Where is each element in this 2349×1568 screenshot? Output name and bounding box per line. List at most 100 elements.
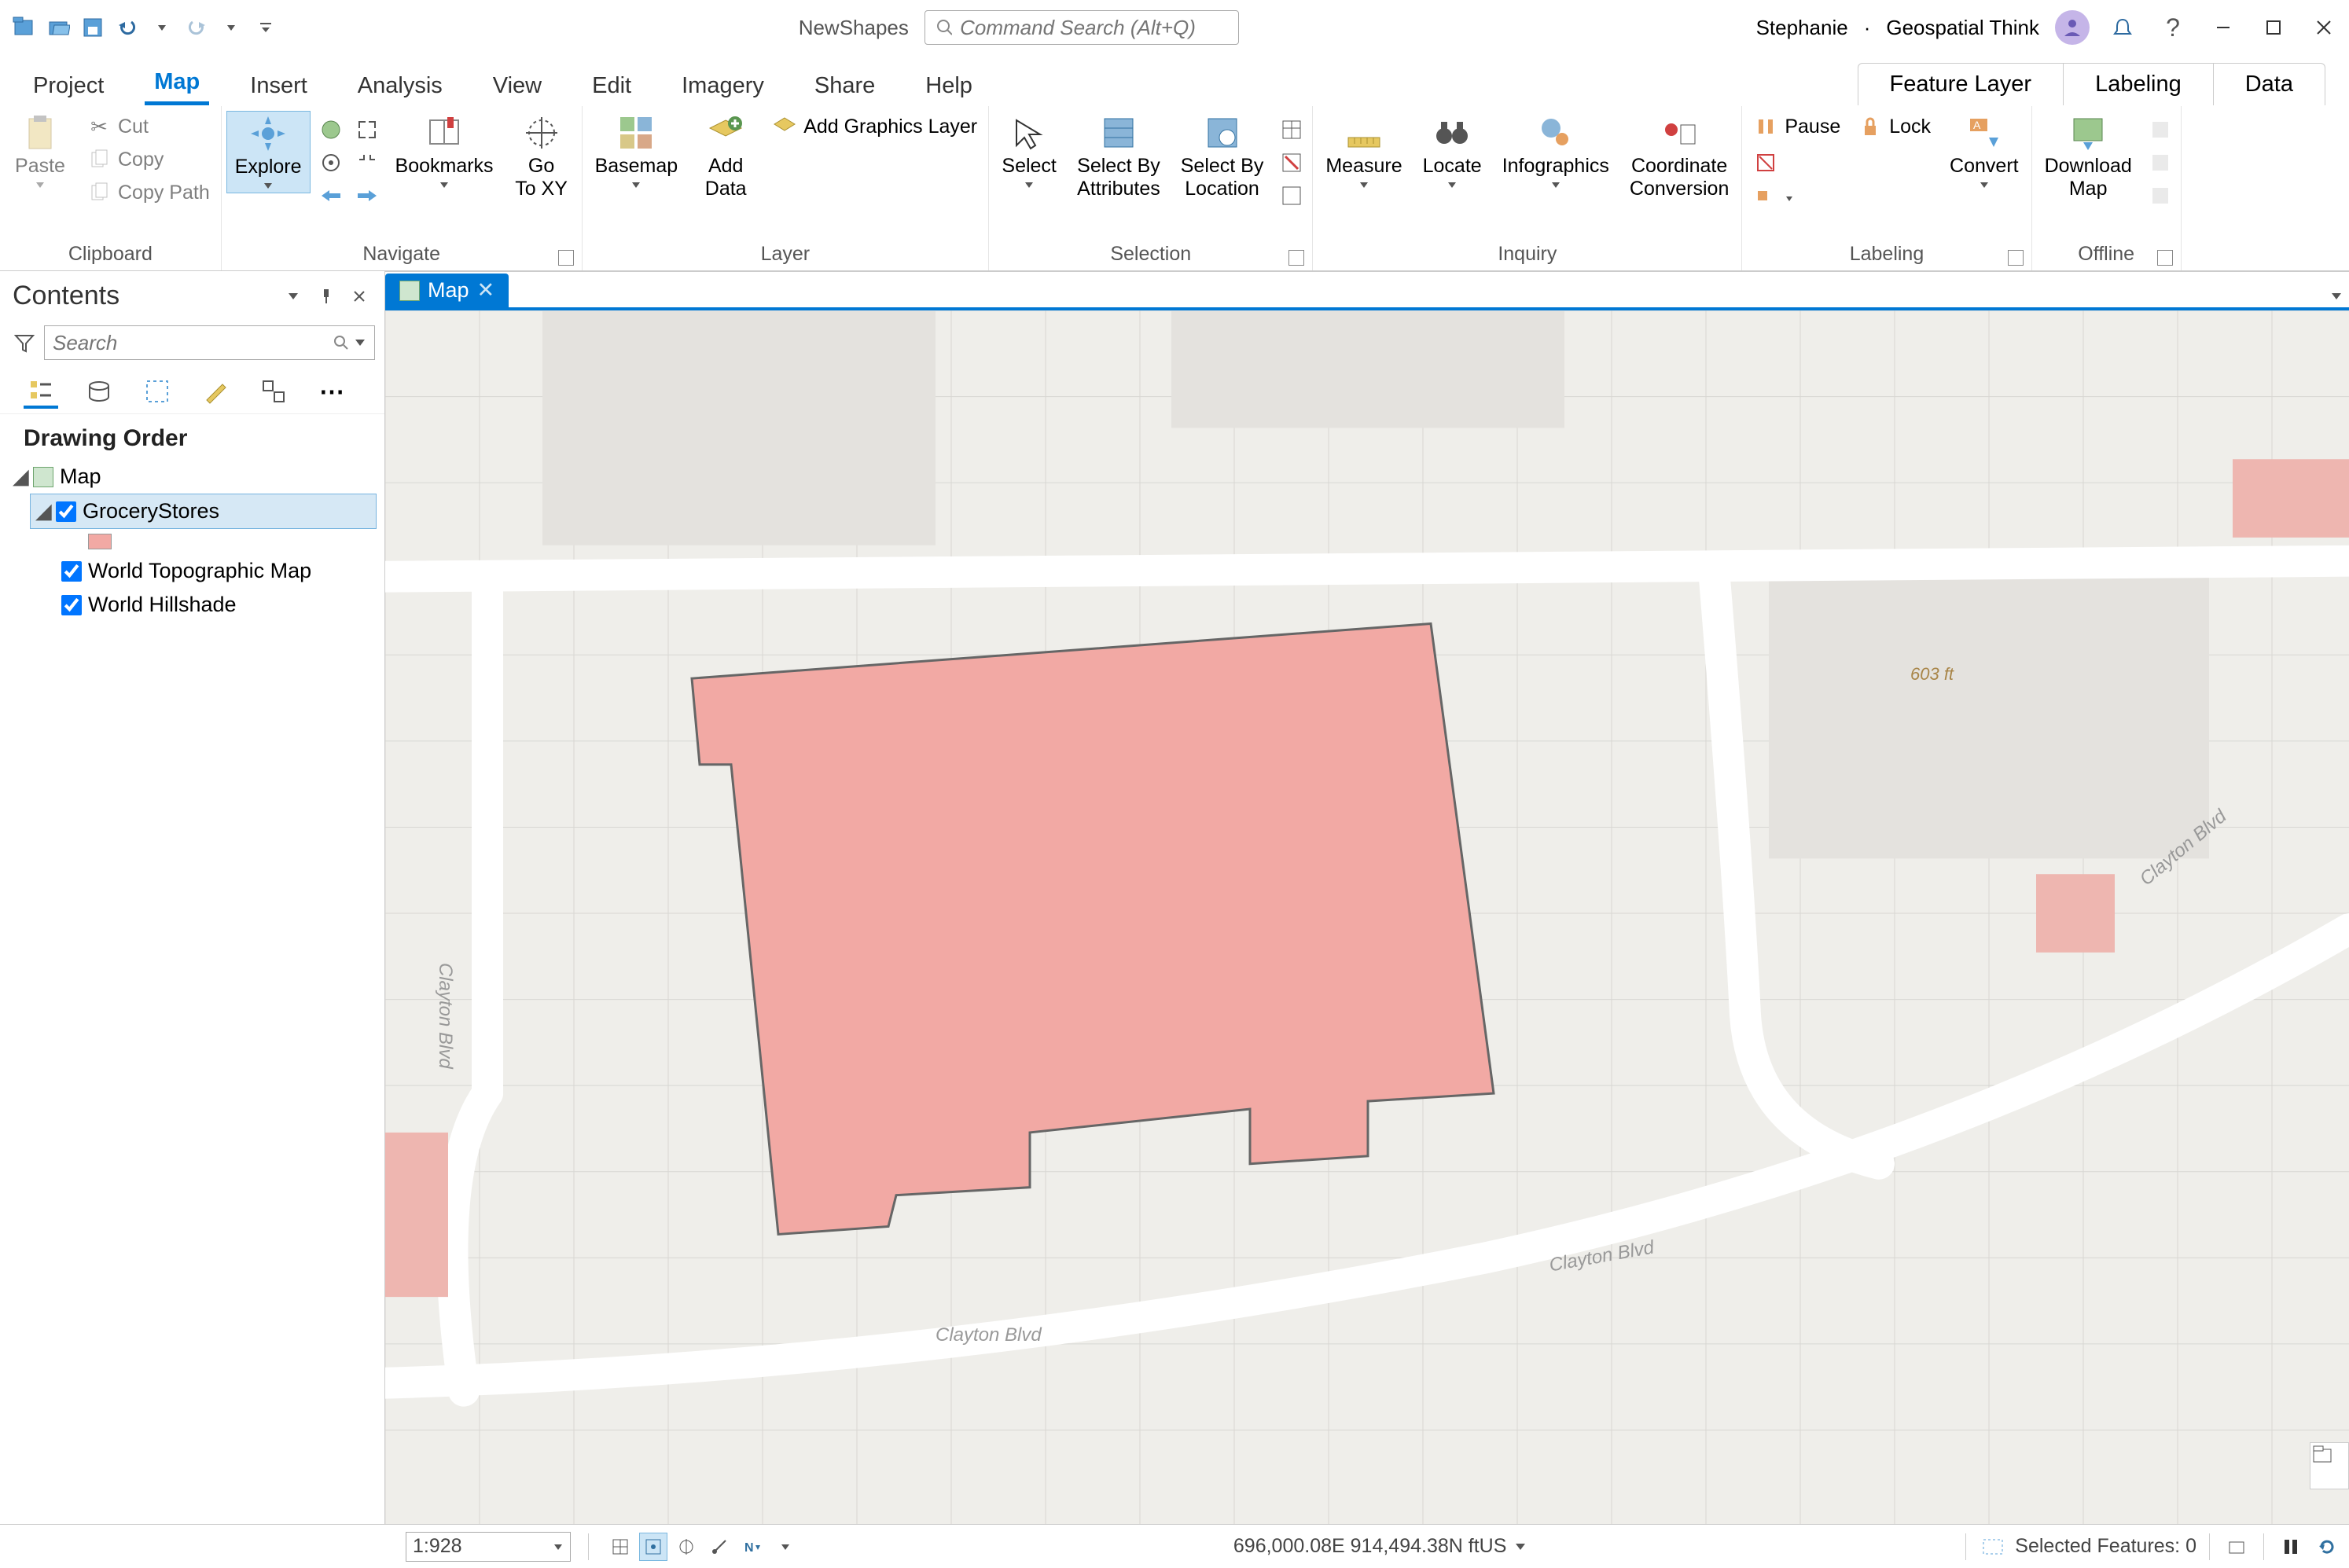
refresh-icon[interactable] [2313,1533,2341,1561]
list-source-icon[interactable] [82,374,116,409]
map-view-tab[interactable]: Map ✕ [385,274,509,307]
undo-dropdown-icon[interactable] [146,12,178,43]
map-node[interactable]: ◢ Map [8,460,377,494]
offline-opt-1[interactable] [2145,116,2176,144]
catalog-pane-icon[interactable] [2222,1533,2251,1561]
full-extent-button[interactable] [315,116,347,144]
list-snapping-icon[interactable] [256,374,291,409]
coordinate-display[interactable]: 696,000.08E 914,494.38N ftUS [1233,1535,1527,1558]
scale-selector[interactable]: 1:928 [406,1532,571,1562]
layer-visibility-checkbox[interactable] [61,561,82,582]
pane-close-icon[interactable] [347,284,372,309]
undo-icon[interactable] [112,12,143,43]
selection-chip-icon[interactable] [1979,1533,2007,1561]
pause-labeling-button[interactable]: Pause [1747,111,1847,142]
dynamic-constraints-icon[interactable]: N [738,1533,766,1561]
view-dropdown-icon[interactable] [2324,285,2349,307]
constraints-dropdown-icon[interactable] [771,1533,800,1561]
expander-icon[interactable]: ◢ [35,499,50,523]
zoom-selection-button[interactable] [315,149,347,177]
lock-labeling-button[interactable]: Lock [1851,111,1937,142]
select-by-attributes-button[interactable]: Select By Attributes [1069,111,1168,204]
snapping-icon[interactable] [639,1533,667,1561]
pane-options-icon[interactable] [281,284,306,309]
minimize-icon[interactable] [2206,10,2241,45]
next-extent-button[interactable] [351,182,383,210]
catalog-tab-icon[interactable] [2310,1442,2349,1489]
layer-visibility-checkbox[interactable] [56,501,76,522]
offline-launcher-icon[interactable] [2157,250,2173,266]
qat-customize-icon[interactable] [250,12,281,43]
chevron-down-icon[interactable] [354,338,366,347]
infographics-button[interactable]: Infographics [1494,111,1617,192]
map-canvas[interactable]: Clayton Blvd Clayton Blvd Clayton Blvd C… [385,307,2349,1524]
paste-button[interactable]: Paste [5,111,75,192]
copy-button[interactable]: Copy [80,144,216,175]
redo-dropdown-icon[interactable] [215,12,247,43]
save-icon[interactable] [77,12,108,43]
tab-map[interactable]: Map [145,63,209,105]
locate-button[interactable]: Locate [1415,111,1490,192]
add-data-button[interactable]: Add Data [690,111,761,204]
copy-path-button[interactable]: Copy Path [80,177,216,208]
tab-insert[interactable]: Insert [241,67,317,105]
select-by-location-button[interactable]: Select By Location [1173,111,1272,204]
cut-button[interactable]: ✂Cut [80,111,216,142]
inference-icon[interactable] [672,1533,700,1561]
tab-imagery[interactable]: Imagery [672,67,774,105]
tab-data[interactable]: Data [2213,64,2325,105]
snap-grid-icon[interactable] [606,1533,634,1561]
offline-opt-3[interactable] [2145,182,2176,210]
chevron-down-icon[interactable] [1514,1542,1527,1551]
symbol-swatch[interactable] [88,534,112,549]
selection-launcher-icon[interactable] [1288,250,1304,266]
bookmarks-button[interactable]: Bookmarks [388,111,502,192]
correction-icon[interactable] [705,1533,733,1561]
fixed-zoom-in-button[interactable] [351,116,383,144]
tab-feature-layer[interactable]: Feature Layer [1858,64,2064,105]
offline-opt-2[interactable] [2145,149,2176,177]
navigate-launcher-icon[interactable] [558,250,574,266]
more-labeling-button[interactable] [1747,183,1847,215]
tab-share[interactable]: Share [805,67,884,105]
tab-help[interactable]: Help [916,67,982,105]
contents-search-input[interactable] [53,331,333,355]
layer-visibility-checkbox[interactable] [61,595,82,615]
layer-grocerystores[interactable]: ◢ GroceryStores [30,494,377,529]
tab-analysis[interactable]: Analysis [348,67,452,105]
sel-opt-2-button[interactable] [1276,149,1307,177]
pause-drawing-icon[interactable] [2277,1533,2305,1561]
tab-labeling[interactable]: Labeling [2063,64,2213,105]
view-unplaced-button[interactable] [1747,147,1847,178]
goto-xy-button[interactable]: Go To XY [506,111,577,204]
select-button[interactable]: Select [994,111,1064,192]
sel-opt-1-button[interactable] [1276,116,1307,144]
filter-icon[interactable] [9,328,39,358]
list-more-icon[interactable]: ⋯ [314,374,349,409]
help-icon[interactable]: ? [2156,10,2190,45]
notifications-icon[interactable] [2105,10,2140,45]
close-icon[interactable] [2307,10,2341,45]
pane-pin-icon[interactable] [314,284,339,309]
sel-opt-3-button[interactable] [1276,182,1307,210]
measure-button[interactable]: Measure [1318,111,1410,192]
explore-button[interactable]: Explore [226,111,311,193]
close-tab-icon[interactable]: ✕ [477,278,495,303]
contents-search[interactable] [44,325,375,360]
layer-world-hillshade[interactable]: World Hillshade [57,588,377,622]
coord-conversion-button[interactable]: Coordinate Conversion [1622,111,1737,204]
tab-view[interactable]: View [483,67,551,105]
new-project-icon[interactable] [8,12,39,43]
prev-extent-button[interactable] [315,182,347,210]
open-project-icon[interactable] [42,12,74,43]
convert-labels-button[interactable]: A Convert [1942,111,2027,192]
user-avatar-icon[interactable] [2055,10,2090,45]
fixed-zoom-out-button[interactable] [351,149,383,177]
basemap-button[interactable]: Basemap [587,111,686,192]
command-search[interactable] [925,10,1239,45]
list-selection-icon[interactable] [140,374,175,409]
list-editing-icon[interactable] [198,374,233,409]
redo-icon[interactable] [181,12,212,43]
tab-edit[interactable]: Edit [583,67,641,105]
layer-world-topo[interactable]: World Topographic Map [57,554,377,588]
